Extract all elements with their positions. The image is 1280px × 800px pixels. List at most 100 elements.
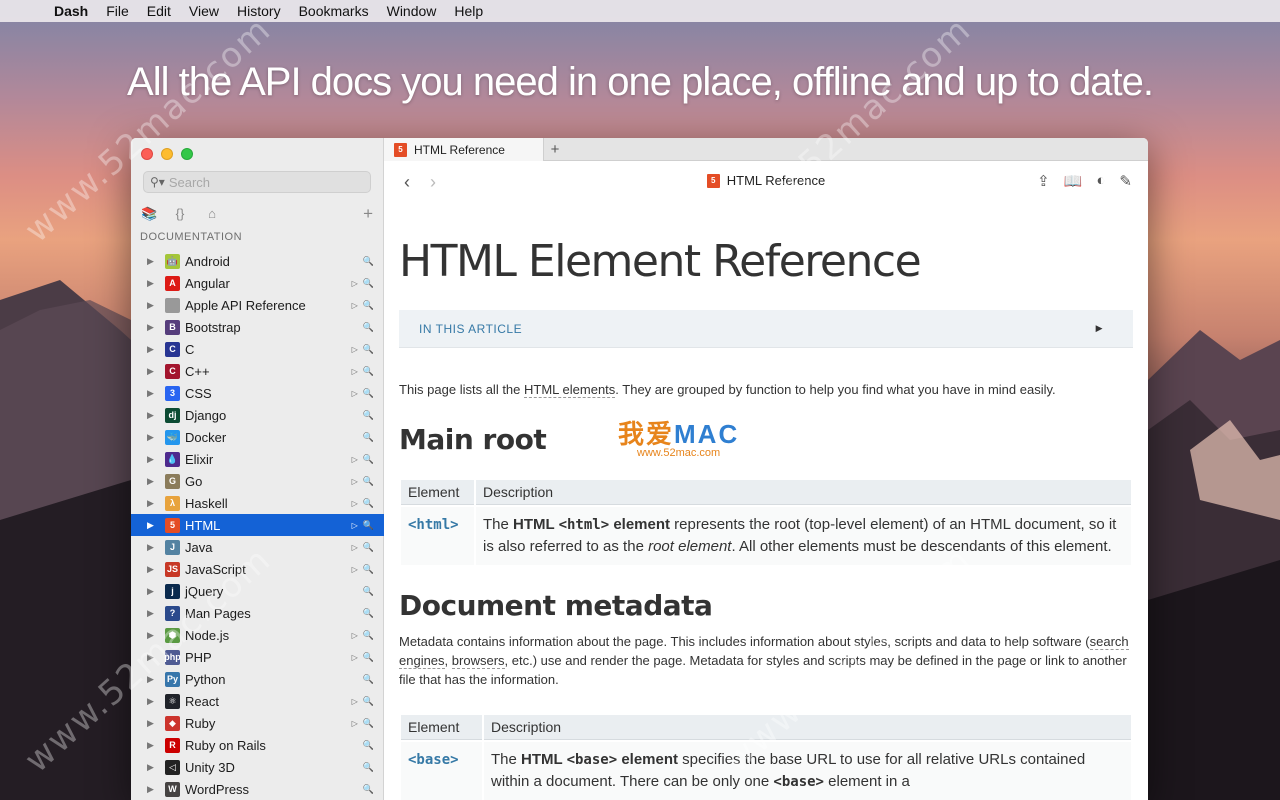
menu-file[interactable]: File [106, 3, 129, 19]
base-element-link[interactable]: <base> [401, 742, 482, 800]
sidebar-item-c-[interactable]: ▶ C C++ ▷ 🔍 [131, 360, 384, 382]
search-in-docset-icon[interactable]: 🔍 [363, 740, 374, 751]
disclosure-triangle-icon[interactable]: ▶ [147, 740, 157, 751]
search-in-docset-icon[interactable]: 🔍 [363, 300, 374, 311]
search-field[interactable]: ⚲▾ [143, 171, 371, 193]
bookmarks-icon[interactable]: 📖 [1064, 172, 1083, 190]
docsets-tab-icon[interactable]: 📚 [141, 206, 157, 222]
search-in-docset-icon[interactable]: 🔍 [363, 542, 374, 553]
disclosure-triangle-icon[interactable]: ▶ [147, 520, 157, 531]
disclosure-triangle-icon[interactable]: ▶ [147, 278, 157, 289]
search-in-docset-icon[interactable]: 🔍 [363, 762, 374, 773]
disclosure-triangle-icon[interactable]: ▶ [147, 300, 157, 311]
disclosure-triangle-icon[interactable]: ▶ [147, 696, 157, 707]
sidebar-item-elixir[interactable]: ▶ 💧 Elixir ▷ 🔍 [131, 448, 384, 470]
snippets-tab-icon[interactable]: {} [173, 206, 187, 222]
disclosure-triangle-icon[interactable]: ▶ [147, 564, 157, 575]
menu-app-dash[interactable]: Dash [54, 3, 88, 19]
search-in-docset-icon[interactable]: 🔍 [363, 256, 374, 267]
search-in-docset-icon[interactable]: 🔍 [363, 476, 374, 487]
play-icon[interactable]: ▷ [352, 301, 358, 310]
play-icon[interactable]: ▷ [352, 719, 358, 728]
disclosure-triangle-icon[interactable]: ▶ [147, 344, 157, 355]
tags-tab-icon[interactable]: ⌂ [205, 206, 219, 222]
search-in-docset-icon[interactable]: 🔍 [363, 718, 374, 729]
search-in-docset-icon[interactable]: 🔍 [363, 322, 374, 333]
play-icon[interactable]: ▷ [352, 653, 358, 662]
sidebar-item-react[interactable]: ▶ ⚛ React ▷ 🔍 [131, 690, 384, 712]
sidebar-item-haskell[interactable]: ▶ λ Haskell ▷ 🔍 [131, 492, 384, 514]
disclosure-triangle-icon[interactable]: ▶ [147, 388, 157, 399]
tab-html-reference[interactable]: 5 HTML Reference [384, 138, 544, 161]
search-in-docset-icon[interactable]: 🔍 [363, 388, 374, 399]
forward-button[interactable]: › [420, 172, 446, 193]
play-icon[interactable]: ▷ [352, 521, 358, 530]
disclosure-triangle-icon[interactable]: ▶ [147, 322, 157, 333]
search-in-docset-icon[interactable]: 🔍 [363, 586, 374, 597]
menu-bookmarks[interactable]: Bookmarks [299, 3, 369, 19]
minimize-button[interactable] [161, 148, 173, 160]
search-in-docset-icon[interactable]: 🔍 [363, 630, 374, 641]
disclosure-triangle-icon[interactable]: ▶ [147, 256, 157, 267]
sidebar-item-bootstrap[interactable]: ▶ B Bootstrap 🔍 [131, 316, 384, 338]
disclosure-triangle-icon[interactable]: ▶ [147, 366, 157, 377]
search-in-docset-icon[interactable]: 🔍 [363, 366, 374, 377]
search-in-docset-icon[interactable]: 🔍 [363, 454, 374, 465]
sidebar-item-c[interactable]: ▶ C C ▷ 🔍 [131, 338, 384, 360]
search-in-docset-icon[interactable]: 🔍 [363, 498, 374, 509]
new-tab-button[interactable]: + [544, 138, 566, 161]
search-in-docset-icon[interactable]: 🔍 [363, 564, 374, 575]
disclosure-triangle-icon[interactable]: ▶ [147, 498, 157, 509]
search-in-docset-icon[interactable]: 🔍 [363, 432, 374, 443]
html-element-link[interactable]: <html> [401, 507, 474, 565]
disclosure-triangle-icon[interactable]: ▶ [147, 586, 157, 597]
play-icon[interactable]: ▷ [352, 389, 358, 398]
play-icon[interactable]: ▷ [352, 631, 358, 640]
disclosure-triangle-icon[interactable]: ▶ [147, 762, 157, 773]
play-icon[interactable]: ▷ [352, 345, 358, 354]
search-in-docset-icon[interactable]: 🔍 [363, 278, 374, 289]
sidebar-item-css[interactable]: ▶ 3 CSS ▷ 🔍 [131, 382, 384, 404]
disclosure-triangle-icon[interactable]: ▶ [147, 718, 157, 729]
in-this-article-bar[interactable]: IN THIS ARTICLE ▶ [399, 310, 1133, 348]
browsers-link[interactable]: browsers [451, 653, 505, 669]
play-icon[interactable]: ▷ [352, 477, 358, 486]
menu-help[interactable]: Help [454, 3, 483, 19]
menu-view[interactable]: View [189, 3, 219, 19]
search-in-docset-icon[interactable]: 🔍 [363, 344, 374, 355]
contrast-icon[interactable]: ◐ [1096, 172, 1105, 190]
play-icon[interactable]: ▷ [352, 279, 358, 288]
disclosure-triangle-icon[interactable]: ▶ [147, 542, 157, 553]
search-in-docset-icon[interactable]: 🔍 [363, 784, 374, 795]
search-in-docset-icon[interactable]: 🔍 [363, 674, 374, 685]
play-icon[interactable]: ▷ [352, 499, 358, 508]
menu-edit[interactable]: Edit [147, 3, 171, 19]
play-icon[interactable]: ▷ [352, 455, 358, 464]
sidebar-item-python[interactable]: ▶ Py Python 🔍 [131, 668, 384, 690]
search-in-docset-icon[interactable]: 🔍 [363, 520, 374, 531]
disclosure-triangle-icon[interactable]: ▶ [147, 784, 157, 795]
sidebar-item-ruby-on-rails[interactable]: ▶ R Ruby on Rails 🔍 [131, 734, 384, 756]
menu-window[interactable]: Window [387, 3, 437, 19]
sidebar-item-html[interactable]: ▶ 5 HTML ▷ 🔍 [131, 514, 384, 536]
search-in-docset-icon[interactable]: 🔍 [363, 608, 374, 619]
sidebar-item-django[interactable]: ▶ dj Django 🔍 [131, 404, 384, 426]
sidebar-item-go[interactable]: ▶ G Go ▷ 🔍 [131, 470, 384, 492]
play-icon[interactable]: ▷ [352, 697, 358, 706]
search-in-docset-icon[interactable]: 🔍 [363, 652, 374, 663]
disclosure-triangle-icon[interactable]: ▶ [147, 476, 157, 487]
sidebar-item-unity-3d[interactable]: ▶ ◁ Unity 3D 🔍 [131, 756, 384, 778]
annotate-icon[interactable]: ✎ [1119, 172, 1132, 190]
sidebar-item-android[interactable]: ▶ 🤖 Android 🔍 [131, 250, 384, 272]
search-in-docset-icon[interactable]: 🔍 [363, 696, 374, 707]
search-in-docset-icon[interactable]: 🔍 [363, 410, 374, 421]
back-button[interactable]: ‹ [394, 172, 420, 193]
disclosure-triangle-icon[interactable]: ▶ [147, 608, 157, 619]
disclosure-triangle-icon[interactable]: ▶ [147, 432, 157, 443]
sidebar-item-wordpress[interactable]: ▶ W WordPress 🔍 [131, 778, 384, 800]
zoom-button[interactable] [181, 148, 193, 160]
share-icon[interactable]: ⇪ [1037, 172, 1050, 190]
play-icon[interactable]: ▷ [352, 367, 358, 376]
sidebar-item-angular[interactable]: ▶ A Angular ▷ 🔍 [131, 272, 384, 294]
disclosure-triangle-icon[interactable]: ▶ [147, 454, 157, 465]
